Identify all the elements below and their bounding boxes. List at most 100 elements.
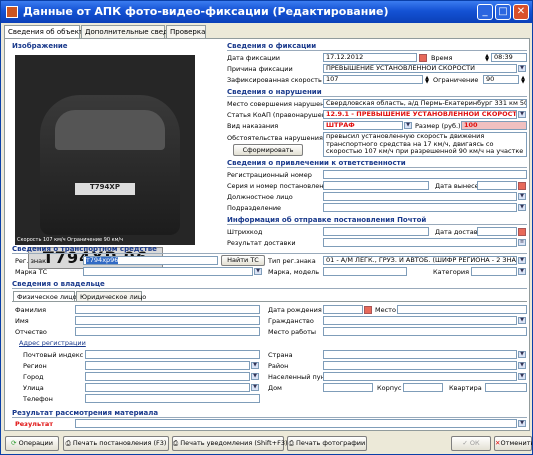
amount-field[interactable]: 100: [461, 121, 527, 130]
chevron-down-icon[interactable]: ▼: [518, 193, 526, 200]
calendar-icon[interactable]: [518, 182, 526, 190]
unit-label: Подразделение: [227, 204, 282, 212]
printer-icon: ⎙: [65, 439, 71, 447]
title-bar: Данные от АПК фото-видео-фиксации (Редак…: [1, 1, 532, 23]
print-notice-button[interactable]: ⎙ Печать уведомления (Shift+F3): [172, 436, 288, 451]
chevron-down-icon[interactable]: ▼: [518, 65, 526, 72]
circumstances-field[interactable]: превысил установленную скорость движения…: [323, 132, 527, 157]
calendar-icon[interactable]: [518, 228, 526, 236]
print-photos-button[interactable]: ⎙ Печать фотографии: [287, 436, 367, 451]
maximize-button[interactable]: □: [495, 4, 511, 20]
chevron-down-icon[interactable]: ▼: [254, 268, 262, 275]
reg-number-field[interactable]: [323, 170, 527, 179]
building-field[interactable]: [403, 383, 443, 392]
chevron-down-icon[interactable]: ▼: [251, 362, 259, 369]
district-select[interactable]: [323, 361, 517, 370]
country-select[interactable]: [323, 350, 517, 359]
plate-type-select[interactable]: 01 - А/М ЛЕГК., ГРУЗ. И АВТОБ. (ШИФР РЕГ…: [323, 256, 517, 265]
chevron-down-icon[interactable]: ▼: [518, 351, 526, 358]
mail-section-title: Информация об отправке постановления Поч…: [227, 216, 427, 224]
birth-date-label: Дата рождения: [268, 306, 322, 314]
flat-field[interactable]: [485, 383, 527, 392]
chevron-down-icon[interactable]: ▼: [518, 111, 526, 118]
chevron-down-icon[interactable]: ▼: [518, 268, 526, 275]
cancel-label: Отменить: [500, 439, 533, 447]
city-select[interactable]: [85, 372, 250, 381]
chevron-down-icon[interactable]: ▼: [518, 362, 526, 369]
chevron-down-icon[interactable]: ▼: [518, 317, 526, 324]
fix-date-field[interactable]: 17.12.2012: [323, 53, 417, 62]
fix-time-field[interactable]: 08:39: [491, 53, 527, 62]
calendar-icon[interactable]: [419, 54, 427, 62]
print-decision-label: Печать постановления (F3): [72, 439, 167, 447]
result-select[interactable]: [75, 419, 517, 428]
work-field[interactable]: [323, 327, 527, 336]
series-field[interactable]: [323, 181, 429, 190]
delivery-result-field[interactable]: [323, 238, 517, 247]
surname-label: Фамилия: [15, 306, 46, 314]
article-select[interactable]: 12.9.1 - ПРЕВЫШЕНИЕ УСТАНОВЛЕННОЙ СКОРОС…: [323, 110, 517, 119]
birthplace-field[interactable]: [397, 305, 527, 314]
penalty-select[interactable]: ШТРАФ: [323, 121, 403, 130]
city-label: Город: [23, 373, 44, 381]
limit-field[interactable]: 90: [483, 75, 519, 84]
chevron-down-icon[interactable]: ▼: [251, 384, 259, 391]
spin-icon[interactable]: ▲ ▼: [484, 54, 490, 63]
fix-reason-select[interactable]: ПРЕВЫШЕНИЕ УСТАНОВЛЕННОЙ СКОРОСТИ: [323, 64, 517, 73]
make-select[interactable]: [83, 267, 253, 276]
reg-number-label: Регистрационный номер: [227, 171, 312, 179]
locality-select[interactable]: [323, 372, 517, 381]
phone-field[interactable]: [85, 394, 260, 403]
district-label: Район: [268, 362, 289, 370]
official-select[interactable]: [323, 192, 517, 201]
generate-button[interactable]: Сформировать: [233, 144, 303, 156]
spin-icon[interactable]: ▲ ▼: [520, 76, 526, 85]
work-label: Место работы: [268, 328, 317, 336]
print-decision-button[interactable]: ⎙ Печать постановления (F3): [63, 436, 169, 451]
category-select[interactable]: [471, 267, 517, 276]
flat-label: Квартира: [449, 384, 482, 392]
find-vehicle-button[interactable]: Найти ТС: [221, 255, 265, 266]
violation-photo[interactable]: Т794ХР Скорость 107 км/ч Ограничение 90 …: [15, 55, 195, 245]
chevron-down-icon[interactable]: ▼: [404, 122, 412, 129]
street-select[interactable]: [85, 383, 250, 392]
unit-select[interactable]: [323, 203, 517, 212]
chevron-down-icon[interactable]: ▼: [518, 204, 526, 211]
chevron-down-icon[interactable]: ▼: [518, 420, 526, 427]
citizenship-select[interactable]: [323, 316, 517, 325]
app-icon: [6, 6, 18, 18]
name-field[interactable]: [75, 316, 260, 325]
speed-field[interactable]: 107: [323, 75, 423, 84]
chevron-down-icon[interactable]: ▼: [518, 373, 526, 380]
tab-check[interactable]: Проверка: [166, 25, 206, 38]
chevron-down-icon[interactable]: ▼: [518, 257, 526, 264]
surname-field[interactable]: [75, 305, 260, 314]
ok-button[interactable]: ✓ ОК: [451, 436, 491, 451]
model-field[interactable]: [323, 267, 407, 276]
close-button[interactable]: ✕: [513, 4, 529, 20]
spin-icon[interactable]: ▲ ▼: [424, 76, 430, 85]
plate-field[interactable]: т794хр96: [83, 256, 218, 265]
index-field[interactable]: [85, 350, 260, 359]
tab-additional-info[interactable]: Дополнительные сведения: [81, 25, 186, 38]
issue-date-field[interactable]: [477, 181, 517, 190]
calendar-icon[interactable]: [364, 306, 372, 314]
fix-reason-label: Причина фиксации: [227, 65, 293, 73]
place-field[interactable]: Свердловская область, а/д Пермь-Екатерин…: [323, 99, 527, 108]
address-section-title: Адрес регистрации: [19, 339, 86, 347]
tab-object-info[interactable]: Сведения об объекте: [4, 25, 87, 39]
printer-icon: ⎙: [173, 439, 179, 447]
operations-button[interactable]: ⟳ Операции: [5, 436, 59, 451]
house-field[interactable]: [323, 383, 373, 392]
region-select[interactable]: [85, 361, 250, 370]
birth-date-field[interactable]: [323, 305, 363, 314]
barcode-field[interactable]: [323, 227, 429, 236]
check-icon: ✓: [462, 439, 468, 447]
delivery-date-field[interactable]: [477, 227, 517, 236]
cancel-button[interactable]: ✕Отменить: [494, 436, 532, 451]
minimize-button[interactable]: _: [477, 4, 493, 20]
chevron-down-icon[interactable]: ▼: [251, 373, 259, 380]
birthplace-label: Место: [375, 306, 396, 314]
patronymic-field[interactable]: [75, 327, 260, 336]
list-icon[interactable]: ≡: [518, 239, 526, 246]
